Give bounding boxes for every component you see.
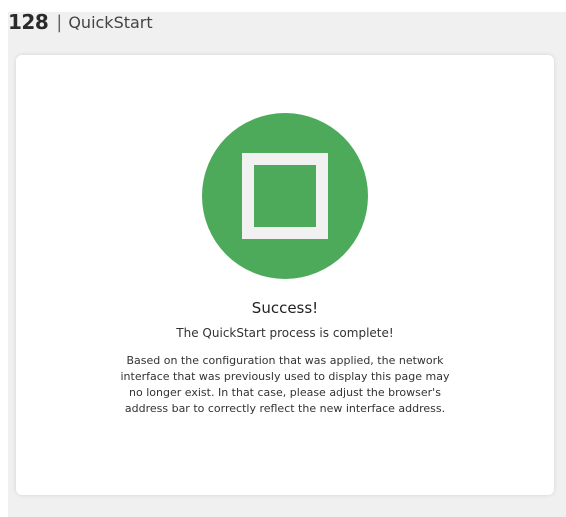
result-title: Success! [251, 299, 319, 317]
square-stop-icon [242, 153, 328, 239]
app-header: 128 | QuickStart [8, 10, 153, 34]
result-card: Success! The QuickStart process is compl… [16, 55, 554, 495]
success-status-circle [202, 113, 368, 279]
brand-logo: 128 [8, 10, 49, 34]
result-subtitle: The QuickStart process is complete! [176, 326, 394, 340]
page-title: QuickStart [68, 12, 153, 32]
result-message: Based on the configuration that was appl… [120, 354, 450, 415]
header-separator: | [56, 11, 63, 33]
